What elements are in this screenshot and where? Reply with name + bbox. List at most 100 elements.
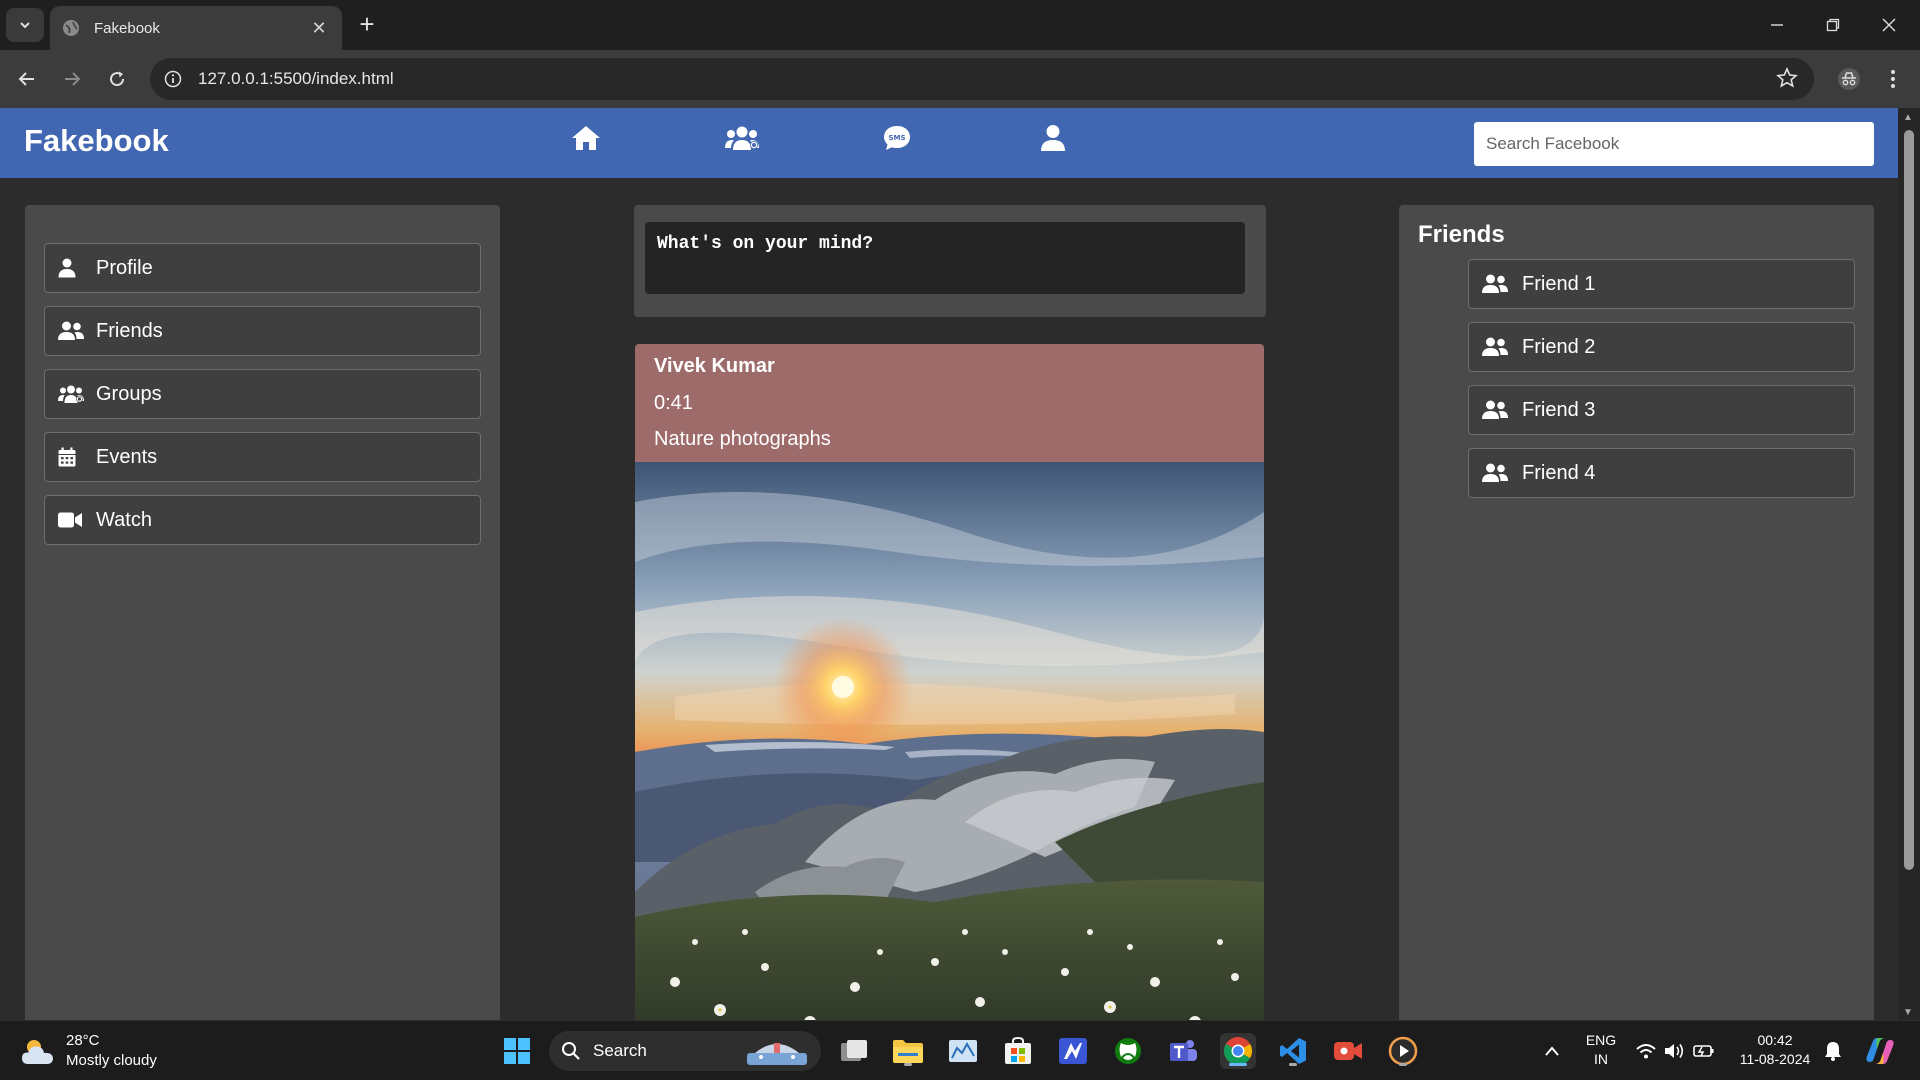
bookmark-star-icon[interactable] xyxy=(1776,67,1798,89)
clock[interactable]: 00:42 11-08-2024 xyxy=(1730,1031,1820,1069)
taskbar-stocks-app[interactable] xyxy=(945,1033,981,1069)
close-tab-icon[interactable]: ✕ xyxy=(308,18,330,39)
forward-button[interactable] xyxy=(55,62,89,96)
weather-temperature: 28°C xyxy=(66,1032,100,1049)
start-button[interactable] xyxy=(499,1033,535,1069)
folder-icon xyxy=(893,1040,923,1063)
post-author[interactable]: Vivek Kumar xyxy=(654,355,1245,378)
close-icon xyxy=(1882,18,1896,32)
search-icon xyxy=(562,1042,580,1060)
taskbar-search[interactable]: Search xyxy=(549,1031,821,1071)
sidebar-item-watch[interactable]: Watch xyxy=(44,495,481,545)
video-icon xyxy=(58,512,82,528)
nav-groups[interactable] xyxy=(717,118,767,158)
status-input[interactable] xyxy=(645,222,1245,294)
browser-tab[interactable]: Fakebook ✕ xyxy=(50,6,342,50)
post-text: Nature photographs xyxy=(654,428,831,450)
minimize-button[interactable] xyxy=(1750,6,1804,44)
new-tab-button[interactable]: + xyxy=(352,10,382,40)
site-info-icon[interactable] xyxy=(164,70,182,88)
browser-menu-button[interactable] xyxy=(1876,62,1910,96)
taskbar-vscode[interactable] xyxy=(1275,1033,1311,1069)
calendar-icon xyxy=(58,447,76,467)
url-text[interactable]: 127.0.0.1:5500/index.html xyxy=(198,69,394,89)
restore-button[interactable] xyxy=(1806,6,1860,44)
taskbar-chrome[interactable] xyxy=(1220,1033,1256,1069)
profile-button[interactable] xyxy=(1832,62,1866,96)
weather-description: Mostly cloudy xyxy=(66,1052,157,1069)
taskbar-pen-app[interactable] xyxy=(1055,1033,1091,1069)
page-viewport: Fakebook SMS Profile Friends Groups xyxy=(0,108,1920,1020)
video-recorder-icon xyxy=(1334,1042,1362,1060)
post-composer xyxy=(634,205,1266,317)
scroll-up-icon[interactable]: ▲ xyxy=(1903,112,1913,123)
friend-item[interactable]: Friend 4 xyxy=(1468,448,1855,498)
sidebar-item-profile[interactable]: Profile xyxy=(44,243,481,293)
sidebar-item-label: Events xyxy=(96,445,158,468)
search-input[interactable] xyxy=(1474,122,1874,166)
pen-app-icon xyxy=(1059,1038,1087,1064)
groups-icon xyxy=(725,126,759,150)
users-icon xyxy=(58,385,84,403)
address-bar[interactable]: 127.0.0.1:5500/index.html xyxy=(150,58,1814,100)
scroll-down-icon[interactable]: ▼ xyxy=(1903,1007,1913,1018)
xbox-icon xyxy=(1115,1038,1141,1064)
friend-item[interactable]: Friend 3 xyxy=(1468,385,1855,435)
chevron-up-icon xyxy=(1545,1046,1559,1056)
sidebar-item-events[interactable]: Events xyxy=(44,432,481,482)
taskbar-media-player[interactable] xyxy=(1385,1033,1421,1069)
user-friends-icon xyxy=(1482,400,1508,419)
messages-icon: SMS xyxy=(884,126,910,150)
chart-app-icon xyxy=(949,1040,977,1062)
page-scrollbar[interactable]: ▲ ▼ xyxy=(1898,108,1920,1020)
sidebar-item-friends[interactable]: Friends xyxy=(44,306,481,356)
friend-name: Friend 2 xyxy=(1522,335,1596,358)
taskbar-file-explorer[interactable] xyxy=(890,1033,926,1069)
reload-button[interactable] xyxy=(100,62,134,96)
taskbar-recorder[interactable] xyxy=(1330,1033,1366,1069)
site-logo[interactable]: Fakebook xyxy=(24,123,169,159)
teams-icon xyxy=(1170,1040,1197,1061)
post-card: Vivek Kumar 0:41 Nature photographs xyxy=(635,344,1264,1020)
notifications-button[interactable] xyxy=(1818,1033,1848,1069)
minimize-icon xyxy=(1771,24,1783,26)
tab-search-button[interactable] xyxy=(6,8,44,42)
show-hidden-icons-button[interactable] xyxy=(1535,1033,1569,1069)
copilot-button[interactable] xyxy=(1862,1033,1898,1069)
task-view-icon xyxy=(841,1040,867,1061)
running-indicator xyxy=(1399,1063,1407,1066)
friend-item[interactable]: Friend 1 xyxy=(1468,259,1855,309)
nav-profile[interactable] xyxy=(1028,118,1078,158)
language-code: ENG xyxy=(1585,1032,1617,1048)
user-friends-icon xyxy=(1482,337,1508,356)
system-tray-status[interactable] xyxy=(1630,1033,1720,1069)
clock-date: 11-08-2024 xyxy=(1739,1051,1811,1067)
restore-icon xyxy=(1826,18,1840,32)
scrollbar-thumb[interactable] xyxy=(1904,130,1914,870)
tab-title: Fakebook xyxy=(94,19,160,37)
arrow-right-icon xyxy=(65,72,81,86)
nav-messages[interactable]: SMS xyxy=(872,118,922,158)
sidebar-item-label: Groups xyxy=(96,382,162,405)
sidebar-item-label: Watch xyxy=(96,508,152,531)
globe-icon xyxy=(63,20,79,36)
task-view-button[interactable] xyxy=(836,1033,872,1069)
sidebar-item-label: Friends xyxy=(96,319,163,342)
post-photo[interactable] xyxy=(635,462,1264,1020)
sidebar-item-label: Profile xyxy=(96,256,153,279)
weather-widget[interactable]: 28°C Mostly cloudy xyxy=(20,1031,157,1071)
taskbar-teams[interactable] xyxy=(1165,1033,1201,1069)
language-indicator[interactable]: ENG IN xyxy=(1584,1031,1618,1069)
close-window-button[interactable] xyxy=(1862,6,1916,44)
running-indicator xyxy=(1289,1063,1297,1066)
friend-name: Friend 4 xyxy=(1522,461,1596,484)
incognito-profile-icon xyxy=(1838,68,1860,90)
copilot-icon xyxy=(1866,1038,1894,1064)
nav-home[interactable] xyxy=(561,118,611,158)
user-friends-icon xyxy=(1482,274,1508,293)
taskbar-microsoft-store[interactable] xyxy=(1000,1033,1036,1069)
sidebar-item-groups[interactable]: Groups xyxy=(44,369,481,419)
back-button[interactable] xyxy=(10,62,44,96)
friend-item[interactable]: Friend 2 xyxy=(1468,322,1855,372)
taskbar-xbox[interactable] xyxy=(1110,1033,1146,1069)
